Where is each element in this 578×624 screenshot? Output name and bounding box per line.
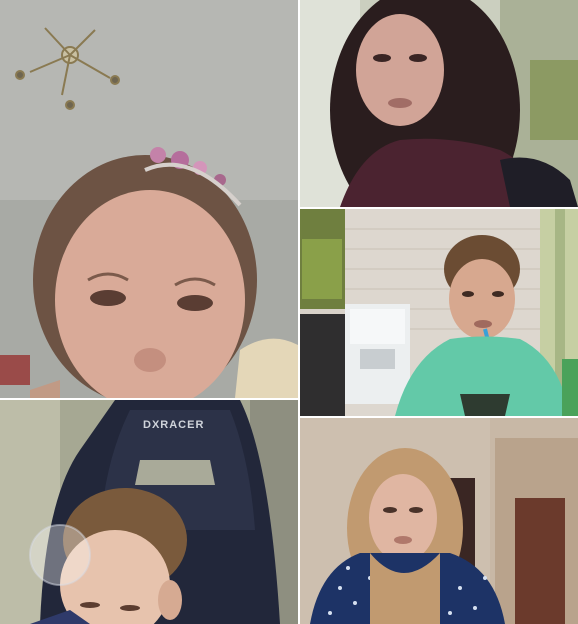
video-grid: DXRACER — [0, 0, 578, 624]
video-feed — [300, 209, 578, 416]
overlay-circle — [29, 524, 91, 586]
video-feed — [0, 0, 298, 398]
video-tile-girl-dark-hair[interactable] — [300, 0, 578, 207]
video-tile-boy-gaming-chair[interactable]: DXRACER — [0, 400, 298, 624]
video-tile-woman-blonde[interactable] — [300, 418, 578, 624]
video-feed: DXRACER — [0, 400, 298, 624]
video-feed — [300, 418, 578, 624]
chair-brand-label: DXRACER — [143, 419, 204, 431]
video-tile-boy-pen[interactable] — [300, 209, 578, 416]
video-feed — [300, 0, 578, 207]
video-tile-girl-tiara[interactable] — [0, 0, 298, 398]
